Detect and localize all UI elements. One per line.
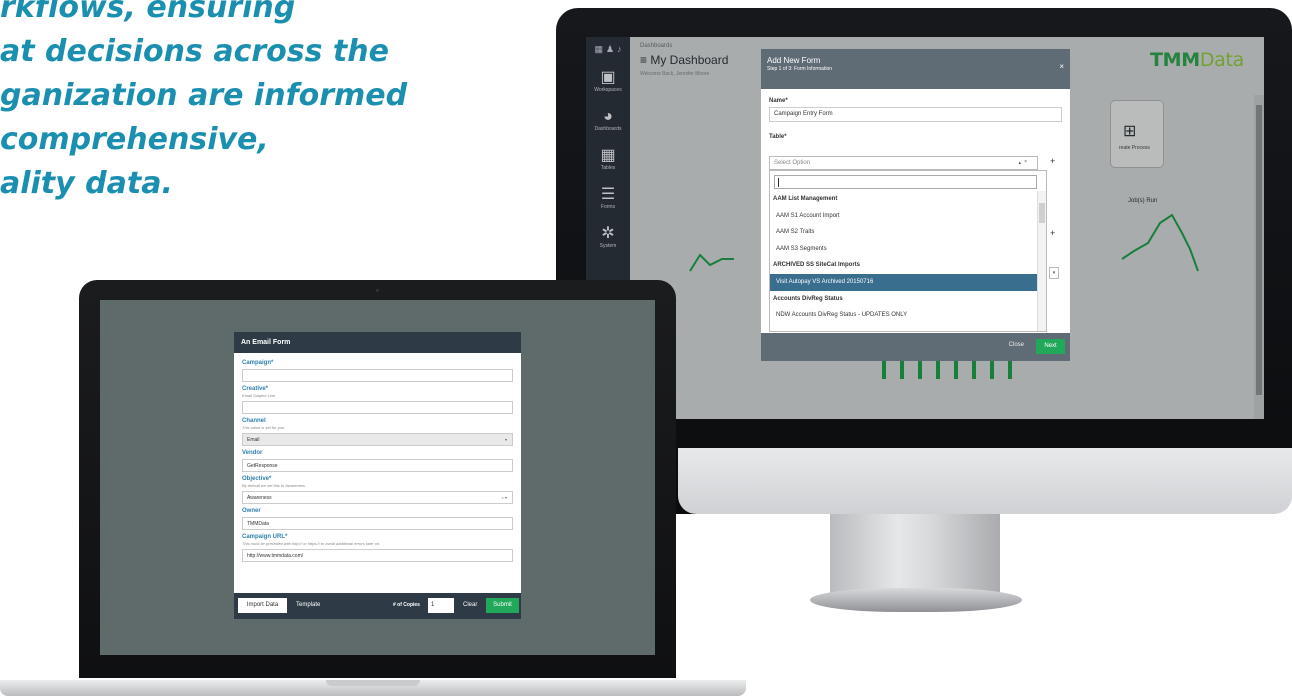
owner-label: Owner	[242, 508, 261, 514]
copies-label: # of Copies	[393, 602, 420, 608]
laptop-camera	[376, 289, 379, 292]
name-input[interactable]: Campaign Entry Form	[769, 107, 1062, 122]
modal-footer: Close Next	[761, 333, 1070, 361]
headline-line: ganization are informed	[0, 78, 408, 113]
dropdown-scroll-thumb[interactable]	[1039, 203, 1045, 223]
owner-input[interactable]: TMMData	[242, 517, 513, 530]
channel-label: Channel	[242, 418, 266, 424]
dropdown-group: ARCHIVED SS SiteCat Imports	[773, 262, 861, 269]
table-select[interactable]: Select Option × ▴	[769, 156, 1038, 170]
dropdown-option[interactable]: AAM S2 Traits	[770, 224, 1039, 241]
laptop-notch	[326, 680, 420, 686]
objective-select[interactable]: Awareness × ▾	[242, 491, 513, 504]
modal-step: Step 1 of 3: Form Information	[767, 66, 833, 72]
dropdown-option[interactable]: AAM S1 Account Import	[770, 208, 1039, 225]
vendor-input[interactable]: GetResponse	[242, 459, 513, 472]
close-icon[interactable]: ×	[1059, 62, 1064, 71]
imac-stand	[830, 514, 1000, 594]
headline: rkflows, ensuring at decisions across th…	[0, 0, 408, 206]
dropdown-search-input[interactable]	[774, 175, 1037, 189]
creative-label: Creative*	[242, 386, 269, 392]
email-form: An Email Form Campaign* Creative* Email …	[234, 332, 521, 619]
imac-chin	[678, 448, 1292, 514]
dropdown-option[interactable]: AAM S3 Segments	[770, 241, 1039, 258]
modal-header: Add New Form Step 1 of 3: Form Informati…	[761, 49, 1070, 89]
channel-hint: This value is set for you.	[242, 425, 286, 430]
table-label: Table*	[769, 134, 787, 140]
table-select-placeholder: Select Option	[774, 160, 811, 166]
dropdown-list: AAM List Management AAM S1 Account Impor…	[770, 191, 1039, 324]
table-dropdown: AAM List Management AAM S1 Account Impor…	[769, 170, 1047, 332]
next-button[interactable]: Next	[1036, 339, 1065, 354]
vendor-label: Vendor	[242, 450, 263, 456]
chevron-down-icon: ▾	[504, 437, 507, 442]
headline-line: comprehensive,	[0, 122, 269, 157]
headline-line: at decisions across the	[0, 34, 389, 69]
name-label: Name*	[769, 98, 788, 104]
channel-select[interactable]: Email ▾	[242, 433, 513, 446]
imac-foot	[810, 588, 1022, 612]
url-label: Campaign URL*	[242, 534, 288, 540]
campaign-label: Campaign*	[242, 360, 274, 366]
url-hint: This must be preceded with http:// or ht…	[242, 541, 381, 546]
chevron-down-icon[interactable]: ▾	[1049, 267, 1059, 279]
chevron-up-icon[interactable]: ▴	[1018, 160, 1021, 166]
url-input[interactable]: http://www.tmmdata.com/	[242, 549, 513, 562]
creative-input[interactable]	[242, 401, 513, 414]
add-table-plus-icon[interactable]: +	[1050, 156, 1055, 166]
channel-value: Email	[247, 437, 260, 443]
dropdown-group: AAM List Management	[773, 196, 838, 202]
form-footer: Import Data Template # of Copies 1 Clear…	[234, 593, 521, 619]
text-caret	[778, 178, 779, 187]
dropdown-option[interactable]: NDW Accounts DivReg Status - UPDATES ONL…	[770, 307, 1039, 324]
modal-title: Add New Form	[767, 56, 821, 65]
clear-chevron-icon[interactable]: × ▾	[502, 495, 507, 500]
modal-body: Name* Campaign Entry Form Table*	[761, 89, 1070, 146]
objective-value: Awareness	[247, 495, 272, 501]
campaign-input[interactable]	[242, 369, 513, 382]
import-data-button[interactable]: Import Data	[238, 598, 287, 613]
form-title: An Email Form	[234, 332, 521, 353]
creative-hint: Email Subject Line	[242, 393, 276, 398]
laptop-screen: An Email Form Campaign* Creative* Email …	[100, 300, 655, 655]
copies-input[interactable]: 1	[428, 598, 454, 613]
headline-line: rkflows, ensuring	[0, 0, 296, 25]
add-form-modal: Add New Form Step 1 of 3: Form Informati…	[761, 49, 1070, 361]
submit-button[interactable]: Submit	[486, 598, 519, 613]
close-button[interactable]: Close	[1009, 342, 1024, 348]
dropdown-scrollbar[interactable]	[1037, 191, 1046, 331]
dropdown-option-selected[interactable]: Visit Autopay VS Archived 20150716	[770, 273, 1039, 291]
clear-button[interactable]: Clear	[463, 602, 477, 608]
headline-line: ality data.	[0, 166, 173, 201]
objective-hint: By default we set this to Awareness.	[242, 483, 307, 488]
clear-icon[interactable]: ×	[1024, 159, 1027, 165]
objective-label: Objective*	[242, 476, 272, 482]
form-body: Campaign* Creative* Email Subject Line C…	[234, 353, 521, 565]
add-plus-icon[interactable]: +	[1050, 228, 1055, 238]
imac-screen: ▦ ♟ ♪ ▣ Workspaces ◕ Dashboards ▦ Tables…	[586, 37, 1264, 419]
dropdown-group: Accounts DivReg Status	[773, 295, 843, 302]
template-link[interactable]: Template	[296, 602, 320, 608]
